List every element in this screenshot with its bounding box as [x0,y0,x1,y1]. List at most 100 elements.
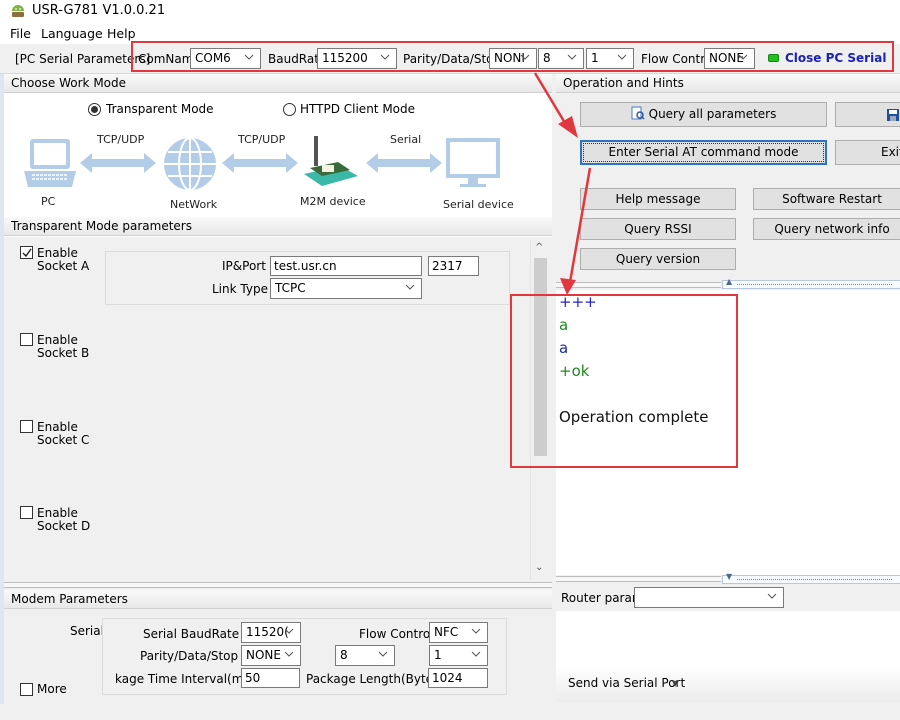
checkmark-icon [22,248,32,258]
enable-socket-c-checkbox[interactable] [20,420,33,433]
link-type-label: Link Type [212,282,268,296]
radio-httpd-client-mode[interactable] [283,103,296,116]
send-via-serial-port-button[interactable]: Send via Serial Port [568,676,685,690]
modem-flow-select[interactable]: NFC [429,622,488,643]
package-interval-label: kage Time Interval(ms) [115,672,255,686]
chevron-down-icon [378,647,390,663]
ip-port-label: IP&Port [222,259,266,273]
parity-select[interactable]: NONI [489,48,537,69]
stop-bits-select[interactable]: 1 [586,48,634,69]
package-length-label: Package Length(Bytes) [306,672,444,686]
link-type-select[interactable]: TCPC [270,278,422,299]
more-checkbox[interactable] [20,683,33,696]
menu-file[interactable]: File [10,26,31,41]
lower-splitter[interactable] [556,576,721,582]
chevron-down-icon [767,589,779,605]
scroll-down-icon[interactable]: ⌄ [535,562,543,573]
triangle-up-icon: ▲ [726,277,733,286]
baudrate-value: 115200 [322,51,368,65]
caret-down-icon[interactable]: ▼ [672,679,678,688]
console-line: +ok [559,362,590,380]
flow-control-select[interactable]: NONE [704,48,755,69]
document-search-icon [631,105,645,120]
collapse-up-handle[interactable]: ▲ [722,277,900,289]
diagram-link-label-3: Serial [390,133,422,146]
title-bar: USR-G781 V1.0.0.21 [0,0,900,24]
save-parameters-button[interactable] [835,102,900,127]
stop-bits-value: 1 [591,51,599,65]
modem-parity-select[interactable]: NONE [241,645,301,666]
chevron-down-icon [405,280,417,296]
socket-c-label-line2: Socket C [37,433,90,447]
modem-data-bits-select[interactable]: 8 [335,645,395,666]
chevron-down-icon [738,50,750,66]
httpd-client-mode-label: HTTPD Client Mode [300,102,416,116]
chevron-down-icon [244,50,256,66]
scroll-up-icon[interactable]: ^ [535,242,543,253]
socket-c-label-line1: Enable [37,420,78,434]
menu-help[interactable]: Help [107,26,136,41]
close-pc-serial-button[interactable]: Close PC Serial [785,51,886,65]
socket-a-label-line1: Enable [37,246,78,260]
comname-select[interactable]: COM6 [190,48,261,69]
upper-splitter[interactable] [556,282,721,288]
modem-stop-bits-select[interactable]: 1 [429,645,488,666]
query-all-parameters-label: Query all parameters [648,107,777,121]
enable-socket-a-checkbox[interactable] [20,246,33,259]
package-interval-input[interactable]: 50 [241,668,300,688]
double-arrow-icon [80,153,156,173]
console-output[interactable] [556,290,900,575]
exit-button[interactable]: Exit [835,140,900,165]
diagram-label-network: NetWork [170,198,218,211]
ip-input[interactable]: test.usr.cn [270,256,422,276]
socket-a-label-line2: Socket A [37,259,90,273]
parity-label: Parity/Data/Stop [403,52,502,66]
chevron-down-icon [284,647,296,663]
scrollbar-thumb[interactable] [534,258,547,456]
network-globe-icon [164,137,216,191]
query-rssi-button[interactable]: Query RSSI [580,218,736,240]
m2m-device-icon [304,136,358,186]
diagram-label-m2m: M2M device [300,195,366,208]
query-network-info-button[interactable]: Query network info [753,218,900,240]
pc-serial-toolbar: [PC Serial Parameters] ComName COM6 Baud… [0,44,900,74]
left-splitter[interactable] [4,582,552,588]
diagram-label-pc: PC [41,195,56,208]
help-message-button[interactable]: Help message [580,188,736,210]
radio-transparent-mode[interactable] [88,103,101,116]
double-arrow-icon [222,153,298,173]
collapse-down-handle[interactable]: ▼ [722,572,900,584]
modem-params-header: Modem Parameters [4,590,552,609]
query-all-parameters-button[interactable]: Query all parameters [580,102,827,127]
window-title: USR-G781 V1.0.0.21 [32,3,166,18]
work-mode-header: Choose Work Mode [4,74,552,93]
baudrate-select[interactable]: 115200 [317,48,397,69]
query-version-button[interactable]: Query version [580,248,736,270]
send-input-area[interactable] [556,611,900,666]
console-line: Operation complete [559,408,709,426]
pc-laptop-icon [24,139,76,187]
enter-serial-at-command-mode-button[interactable]: Enter Serial AT command mode [580,140,827,165]
enable-socket-b-checkbox[interactable] [20,333,33,346]
modem-baudrate-label: Serial BaudRate [143,627,240,641]
package-length-input[interactable]: 1024 [428,668,488,688]
software-restart-button[interactable]: Software Restart [753,188,900,210]
menu-language[interactable]: Language [41,26,103,41]
triangle-down-icon: ▼ [726,572,733,581]
data-bits-select[interactable]: 8 [538,48,584,69]
transparent-params-header: Transparent Mode parameters [4,217,552,236]
modem-baudrate-select[interactable]: 11520( [241,622,301,643]
router-params-select[interactable] [634,587,784,608]
comname-value: COM6 [195,51,231,65]
chevron-down-icon [567,50,579,66]
android-robot-icon [12,5,24,17]
serial-device-monitor-icon [446,138,500,187]
params-scrollbar[interactable]: ^ ⌄ [530,240,548,580]
diagram-link-label-1: TCP/UDP [97,133,145,146]
modem-data-bits-value: 8 [340,648,348,662]
port-input[interactable]: 2317 [428,256,479,276]
enable-socket-d-checkbox[interactable] [20,506,33,519]
transparent-mode-label: Transparent Mode [106,102,214,116]
modem-stop-bits-value: 1 [434,648,442,662]
diagram-link-label-2: TCP/UDP [238,133,286,146]
